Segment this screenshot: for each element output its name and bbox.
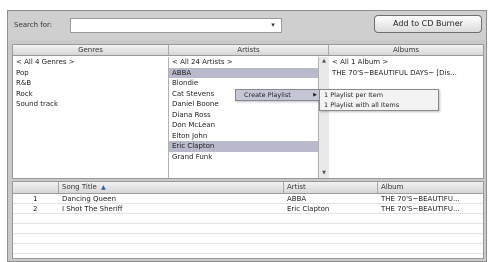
song-table: Song Title ▲ Artist Album 1 Dancing Quee… bbox=[12, 181, 484, 259]
playlist-with-all-items-menu-item[interactable]: 1 Playlist with all Items bbox=[320, 100, 438, 110]
song-table-header: Song Title ▲ Artist Album bbox=[13, 182, 483, 194]
scroll-up-arrow-icon[interactable]: ▲ bbox=[319, 57, 329, 66]
artists-header[interactable]: Artists bbox=[169, 45, 329, 56]
table-row[interactable]: 1 Dancing Queen ABBA THE 70'S~BEAUTIFU..… bbox=[13, 194, 483, 204]
list-item[interactable]: THE 70'S~BEAUTIFUL DAYS~ [Dis... bbox=[329, 68, 483, 79]
submenu-prefix: 1 bbox=[324, 101, 329, 109]
albums-list[interactable]: < All 1 Album > THE 70'S~BEAUTIFUL DAYS~… bbox=[329, 57, 483, 178]
list-item[interactable]: < All 4 Genres > bbox=[13, 57, 168, 68]
list-item[interactable]: < All 1 Album > bbox=[329, 57, 483, 68]
cell-album: THE 70'S~BEAUTIFU... bbox=[381, 195, 460, 203]
genres-header[interactable]: Genres bbox=[13, 45, 169, 56]
context-menu: Create Playlist ▶ bbox=[235, 89, 321, 101]
table-row-empty bbox=[13, 244, 483, 254]
create-playlist-label: Create Playlist bbox=[244, 91, 291, 99]
song-title-header-label: Song Title bbox=[62, 183, 97, 191]
cell-number: 1 bbox=[33, 195, 38, 203]
list-item-selected[interactable]: Eric Clapton bbox=[169, 141, 318, 152]
search-label: Search for: bbox=[14, 21, 53, 29]
list-item[interactable]: Blondie bbox=[169, 78, 318, 89]
list-item[interactable]: Diana Ross bbox=[169, 110, 318, 121]
cell-number: 2 bbox=[33, 205, 38, 213]
list-item[interactable]: Don McLean bbox=[169, 120, 318, 131]
cell-artist: ABBA bbox=[287, 195, 307, 203]
submenu-prefix: 1 bbox=[324, 91, 329, 99]
scroll-down-arrow-icon[interactable]: ▼ bbox=[319, 169, 329, 178]
table-row[interactable]: 2 I Shot The Sheriff Eric Clapton THE 70… bbox=[13, 204, 483, 214]
list-item[interactable]: Rock bbox=[13, 89, 168, 100]
cell-artist: Eric Clapton bbox=[287, 205, 330, 213]
cell-title: I Shot The Sheriff bbox=[62, 205, 123, 213]
submenu-arrow-icon: ▶ bbox=[313, 92, 317, 98]
add-to-cd-burner-button[interactable]: Add to CD Burner bbox=[374, 15, 482, 33]
table-row-empty bbox=[13, 234, 483, 244]
col-header-number[interactable] bbox=[13, 182, 59, 193]
col-header-song-title[interactable]: Song Title ▲ bbox=[59, 182, 284, 193]
browser-panel: Genres < All 4 Genres > Pop R&B Rock Sou… bbox=[12, 44, 484, 179]
col-header-album[interactable]: Album bbox=[378, 182, 483, 193]
search-bar: Search for: ▾ Add to CD Burner bbox=[8, 11, 486, 40]
list-item[interactable]: Sound track bbox=[13, 99, 168, 110]
list-item[interactable]: Pop bbox=[13, 68, 168, 79]
cell-title: Dancing Queen bbox=[62, 195, 117, 203]
submenu-label: Playlist per Item bbox=[330, 91, 384, 99]
list-item[interactable]: R&B bbox=[13, 78, 168, 89]
list-item[interactable]: Grand Funk bbox=[169, 152, 318, 163]
list-item[interactable]: < All 24 Artists > bbox=[169, 57, 318, 68]
create-playlist-menu-item[interactable]: Create Playlist ▶ bbox=[236, 90, 320, 100]
sort-ascending-icon: ▲ bbox=[101, 184, 106, 191]
playlist-submenu: 1 Playlist per Item 1 Playlist with all … bbox=[319, 89, 439, 111]
submenu-label: Playlist with all Items bbox=[330, 101, 400, 109]
cell-album: THE 70'S~BEAUTIFU... bbox=[381, 205, 460, 213]
table-row-empty bbox=[13, 224, 483, 234]
artists-list[interactable]: < All 24 Artists > ABBA Blondie Cat Stev… bbox=[169, 57, 318, 178]
albums-header[interactable]: Albums bbox=[329, 45, 483, 56]
table-row-empty bbox=[13, 214, 483, 224]
search-input[interactable]: ▾ bbox=[70, 18, 282, 33]
list-item-selected[interactable]: ABBA bbox=[169, 67, 318, 78]
app-window: Search for: ▾ Add to CD Burner Genres < … bbox=[7, 10, 487, 262]
dropdown-arrow-icon[interactable]: ▾ bbox=[266, 19, 280, 32]
genres-list[interactable]: < All 4 Genres > Pop R&B Rock Sound trac… bbox=[13, 57, 169, 178]
list-item[interactable]: Elton John bbox=[169, 131, 318, 142]
artists-scrollbar[interactable]: ▲ ▼ bbox=[318, 57, 329, 178]
col-header-artist[interactable]: Artist bbox=[284, 182, 378, 193]
playlist-per-item-menu-item[interactable]: 1 Playlist per Item bbox=[320, 90, 438, 100]
